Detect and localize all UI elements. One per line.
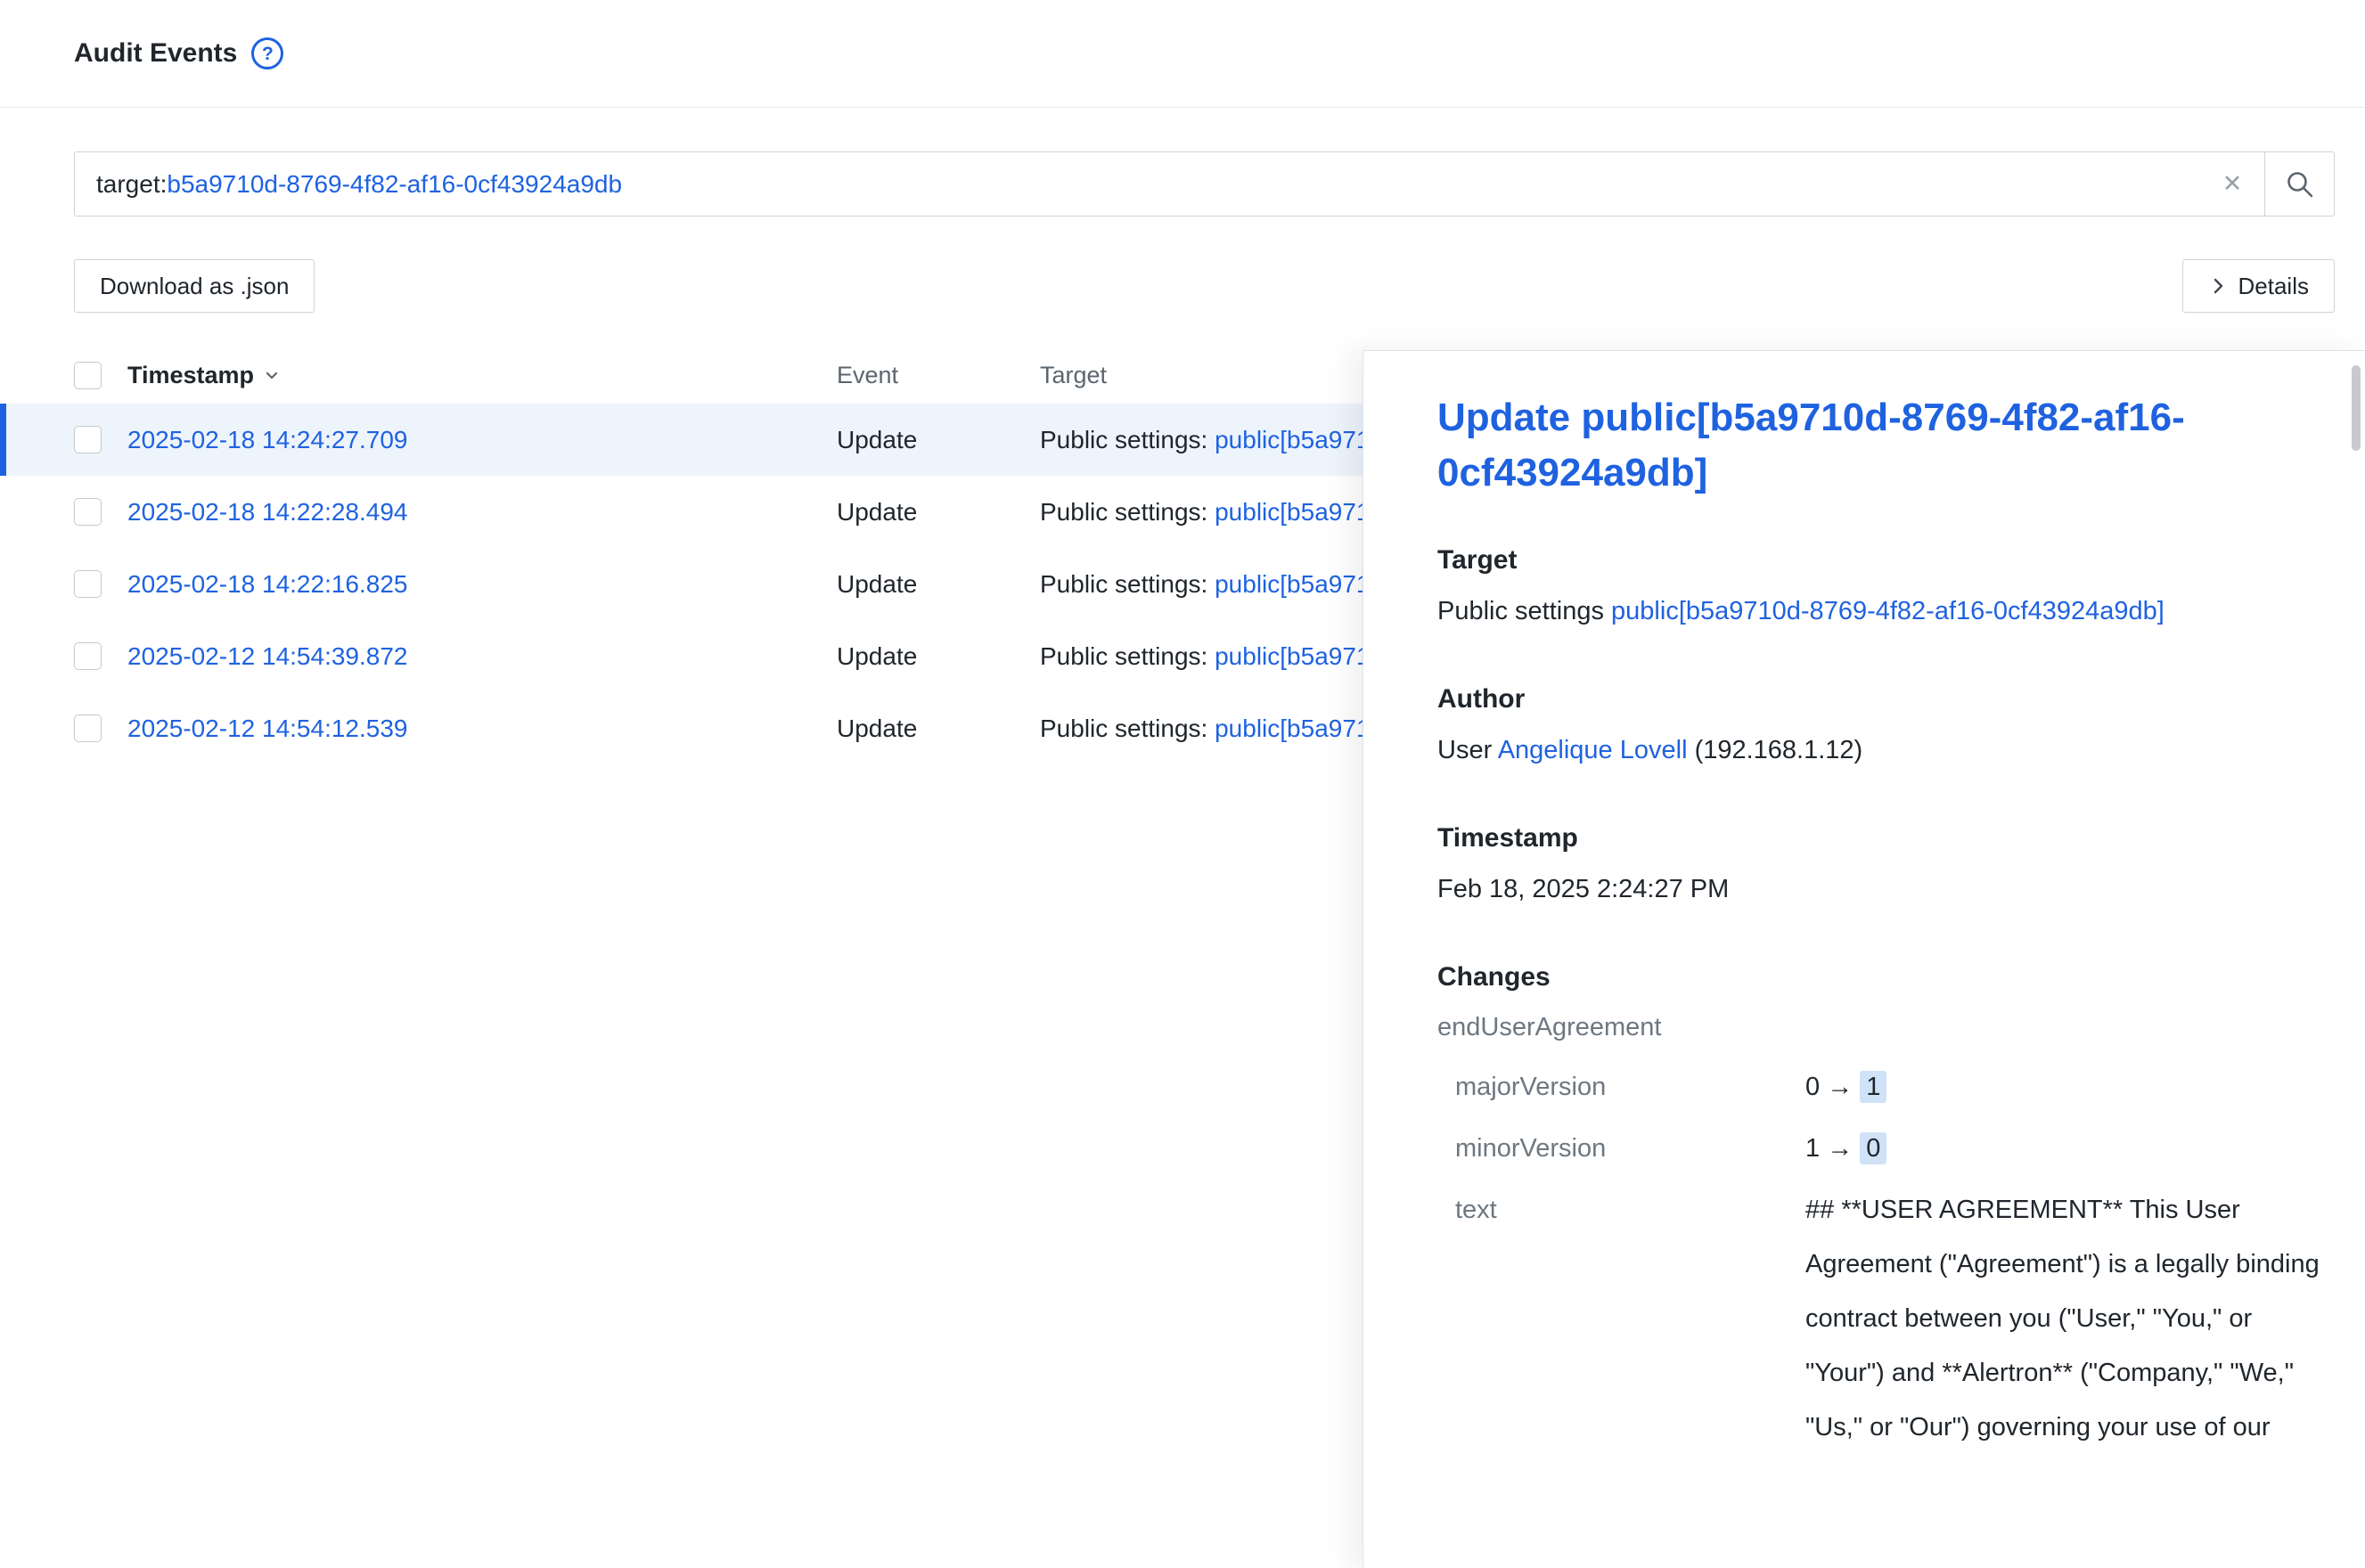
old-value: 0	[1805, 1073, 1820, 1101]
row-checkbox[interactable]	[74, 426, 102, 453]
target-value: Public settings public[b5a9710d-8769-4f8…	[1437, 584, 2320, 638]
panel-scrollbar-thumb[interactable]	[2352, 365, 2361, 451]
change-value: 0 → 1	[1805, 1060, 2329, 1115]
changes-heading: Changes	[1437, 962, 2329, 992]
timestamp-link[interactable]: 2025-02-18 14:22:16.825	[127, 570, 408, 599]
help-icon[interactable]: ?	[251, 37, 283, 69]
new-value: 1	[1860, 1071, 1886, 1103]
row-checkbox[interactable]	[74, 642, 102, 670]
download-json-button[interactable]: Download as .json	[74, 259, 315, 313]
change-row-major-version: majorVersion 0 → 1	[1437, 1060, 2329, 1115]
timestamp-value: Feb 18, 2025 2:24:27 PM	[1437, 862, 2320, 916]
event-cell: Update	[837, 715, 1040, 743]
author-value: User Angelique Lovell (192.168.1.12)	[1437, 723, 2320, 777]
change-value-text: ## **USER AGREEMENT** This User Agreemen…	[1805, 1183, 2329, 1455]
timestamp-link[interactable]: 2025-02-12 14:54:12.539	[127, 715, 408, 743]
row-checkbox[interactable]	[74, 715, 102, 742]
author-value-prefix: User	[1437, 736, 1498, 764]
details-title: Update public[b5a9710d-8769-4f82-af16-0c…	[1437, 390, 2284, 501]
author-user-link[interactable]: Angelique Lovell	[1498, 736, 1688, 764]
actions-row: Download as .json Details	[74, 259, 2335, 313]
chevron-right-icon	[2208, 276, 2228, 296]
target-prefix: Public settings:	[1040, 570, 1215, 598]
target-heading: Target	[1437, 545, 2329, 576]
timestamp-link[interactable]: 2025-02-12 14:54:39.872	[127, 642, 408, 671]
arrow-right-icon: →	[1827, 1134, 1853, 1163]
change-value: 1 → 0	[1805, 1122, 2329, 1176]
change-row-text: text ## **USER AGREEMENT** This User Agr…	[1437, 1183, 2329, 1455]
audit-events-page: Audit Events ? target: b5a9710d-8769-4f8…	[0, 0, 2365, 1568]
arrow-right-icon: →	[1827, 1073, 1853, 1101]
target-prefix: Public settings:	[1040, 642, 1215, 670]
search-bar: target: b5a9710d-8769-4f82-af16-0cf43924…	[74, 151, 2335, 216]
row-checkbox[interactable]	[74, 498, 102, 526]
header-checkbox-cell	[74, 362, 102, 389]
timestamp-link[interactable]: 2025-02-18 14:22:28.494	[127, 498, 408, 527]
chevron-down-icon	[263, 366, 281, 384]
page-title: Audit Events	[74, 38, 237, 69]
details-panel: Update public[b5a9710d-8769-4f82-af16-0c…	[1363, 350, 2365, 1568]
details-label: Details	[2238, 273, 2309, 300]
select-all-checkbox[interactable]	[74, 362, 102, 389]
search-query-prefix: target:	[96, 170, 167, 199]
search-button[interactable]	[2264, 152, 2334, 216]
changes-section: Changes endUserAgreement majorVersion 0 …	[1437, 962, 2329, 1455]
timestamp-link[interactable]: 2025-02-18 14:24:27.709	[127, 426, 408, 454]
event-cell: Update	[837, 642, 1040, 671]
row-checkbox[interactable]	[74, 570, 102, 598]
clear-search-button[interactable]: ✕	[2200, 152, 2264, 216]
author-ip: (192.168.1.12)	[1688, 736, 1863, 764]
details-toggle-button[interactable]: Details	[2182, 259, 2335, 313]
timestamp-section: Timestamp Feb 18, 2025 2:24:27 PM	[1437, 823, 2329, 916]
target-prefix: Public settings:	[1040, 715, 1215, 742]
download-json-label: Download as .json	[100, 273, 289, 300]
new-value: 0	[1860, 1132, 1886, 1164]
page-header: Audit Events ?	[0, 0, 2365, 108]
change-key: minorVersion	[1437, 1122, 1805, 1176]
search-input[interactable]: target: b5a9710d-8769-4f82-af16-0cf43924…	[75, 152, 2200, 216]
timestamp-column-header[interactable]: Timestamp	[102, 362, 837, 389]
timestamp-heading: Timestamp	[1437, 823, 2329, 853]
close-icon: ✕	[2222, 170, 2243, 198]
target-prefix: Public settings:	[1040, 426, 1215, 453]
author-section: Author User Angelique Lovell (192.168.1.…	[1437, 684, 2329, 777]
event-cell: Update	[837, 498, 1040, 527]
old-value: 1	[1805, 1134, 1820, 1163]
event-cell: Update	[837, 570, 1040, 599]
event-column-header: Event	[837, 362, 1040, 389]
author-heading: Author	[1437, 684, 2329, 715]
search-query-value: b5a9710d-8769-4f82-af16-0cf43924a9db	[167, 170, 622, 199]
changes-group-label: endUserAgreement	[1437, 1001, 2329, 1053]
change-key: text	[1437, 1183, 1805, 1455]
timestamp-header-label: Timestamp	[127, 362, 254, 389]
target-value-link[interactable]: public[b5a9710d-8769-4f82-af16-0cf43924a…	[1611, 597, 2165, 625]
event-cell: Update	[837, 426, 1040, 454]
change-row-minor-version: minorVersion 1 → 0	[1437, 1122, 2329, 1176]
change-key: majorVersion	[1437, 1060, 1805, 1115]
target-value-prefix: Public settings	[1437, 597, 1611, 625]
search-icon	[2285, 169, 2315, 200]
target-prefix: Public settings:	[1040, 498, 1215, 526]
target-section: Target Public settings public[b5a9710d-8…	[1437, 545, 2329, 638]
